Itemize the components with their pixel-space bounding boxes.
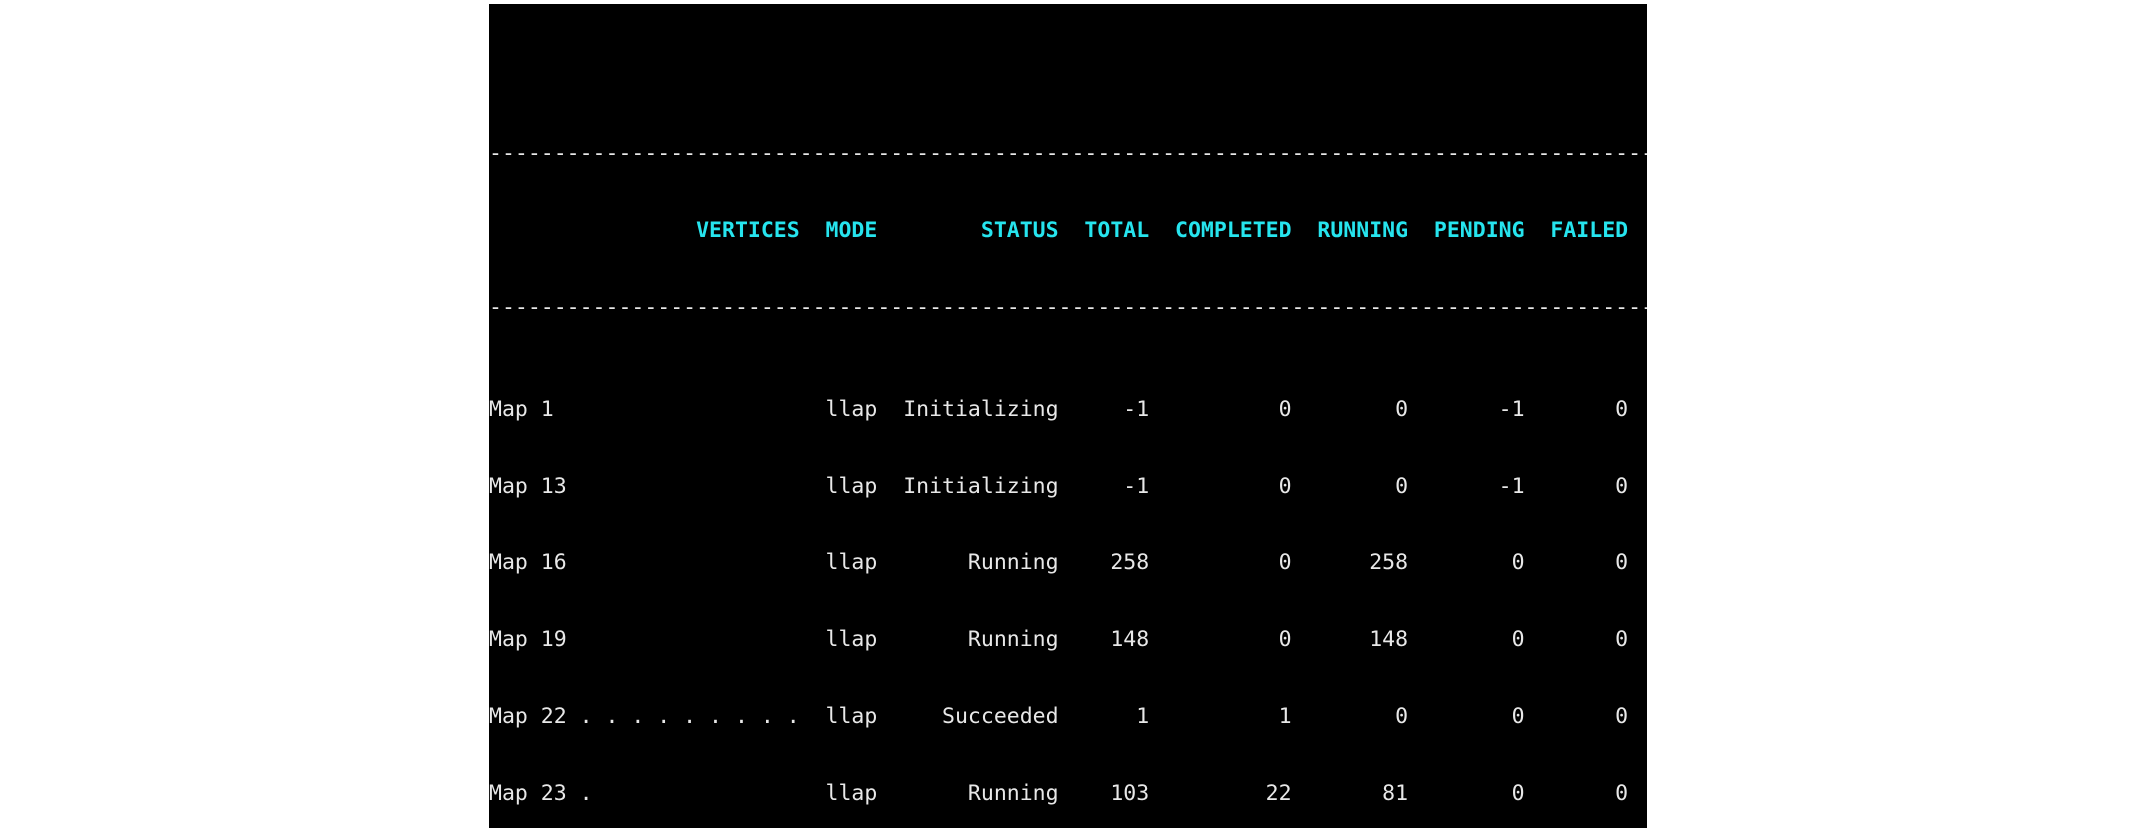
divider-under-header: ----------------------------------------…	[489, 294, 1647, 320]
table-row: Map 1 llap Initializing -1 0 0 -1 0 0	[489, 396, 1647, 422]
table-header-row: VERTICES MODE STATUS TOTAL COMPLETED RUN…	[489, 217, 1647, 243]
terminal-window[interactable]: ----------------------------------------…	[489, 4, 1647, 828]
table-row: Map 23 . llap Running 103 22 81 0 0 0	[489, 780, 1647, 806]
table-row: Map 19 llap Running 148 0 148 0 0 0	[489, 627, 1647, 653]
table-row: Map 22 . . . . . . . . . llap Succeeded …	[489, 704, 1647, 730]
table-row: Map 13 llap Initializing -1 0 0 -1 0 0	[489, 473, 1647, 499]
screenshot-root: ----------------------------------------…	[0, 0, 2129, 836]
divider-top: ----------------------------------------…	[489, 140, 1647, 166]
table-row: Map 16 llap Running 258 0 258 0 0 0	[489, 550, 1647, 576]
terminal-top-padding	[489, 55, 1647, 64]
